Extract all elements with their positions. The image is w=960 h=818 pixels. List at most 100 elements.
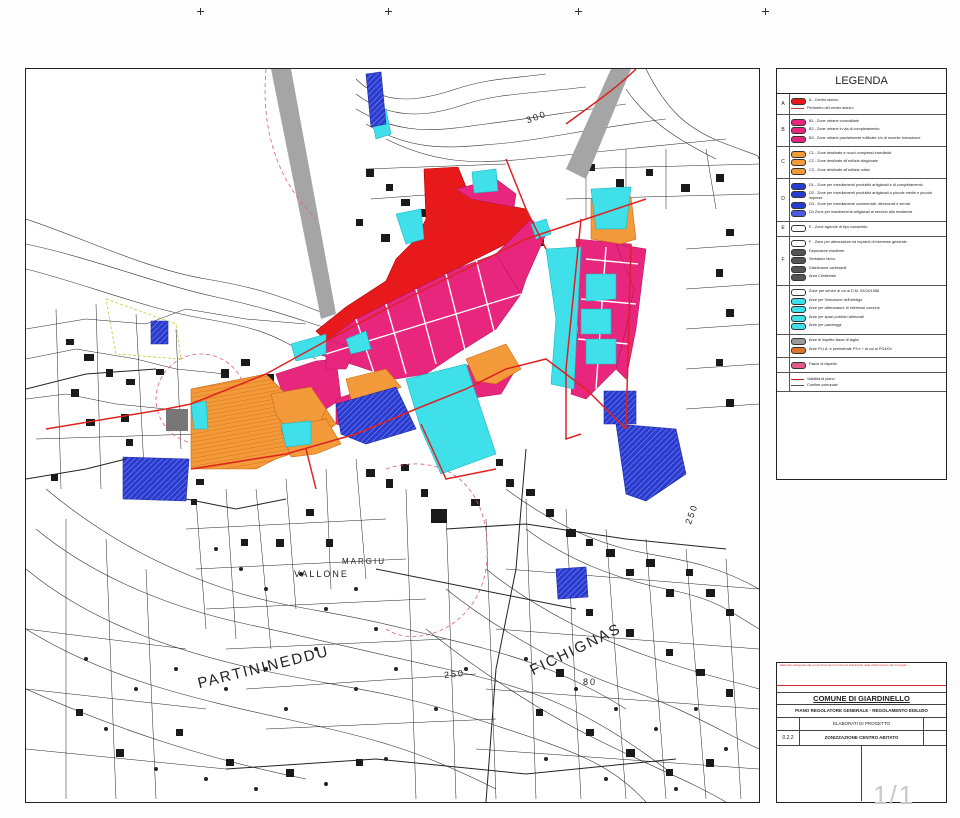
title-block-note: Elaborato adeguato alle prescrizioni del… (777, 663, 946, 686)
legend-item: Aree per spazi pubblici attrezzati (791, 314, 944, 322)
zone-d-productive (615, 423, 687, 502)
legend-item: Zone per servizi di cui al D.M. 02/04/19… (791, 289, 944, 297)
legend-section-letter: D (777, 179, 790, 221)
legend-item: Confine comunale (791, 383, 944, 388)
map-label-margiu: MARGIU (342, 557, 386, 566)
zone-d-productive (555, 566, 589, 600)
legend-item: Aree per parcheggi (791, 323, 944, 331)
legend-section: Zone per servizi di cui al D.M. 02/04/19… (777, 285, 946, 335)
legend-item: Perimetro del centro storico (791, 106, 944, 111)
legend-item-text: Aree di rispetto fasce di taglio (809, 338, 859, 343)
legend-section: C C1 - Zone destinate a nuovi complessi i… (777, 147, 946, 180)
legend-item: A - Centro storico (791, 97, 944, 105)
legend-item-text: E - Zone agricole di tipo consentito (809, 225, 868, 230)
legend-swatch (791, 135, 806, 143)
drawing-sheet: VALLONE MARGIU PARTININEDDU FICHIGNAS 30… (0, 0, 960, 818)
legend-line-swatch (791, 384, 804, 386)
legend-item: D3 - Zone per insediamenti commerciali, … (791, 201, 944, 209)
legend-section: Viabilità di piano Confine comunale (777, 373, 946, 392)
legend-swatch (791, 97, 806, 105)
legend-section-letter (777, 358, 790, 373)
legend-item: D1 - Zone per insediamenti produttivi ar… (791, 182, 944, 190)
legend-swatch (791, 274, 806, 282)
legend-item: C3 - Zone destinate all'edilizia mista (791, 167, 944, 175)
legend-swatch (791, 346, 806, 354)
legend-section: Fasce di rispetto (777, 358, 946, 374)
legend-swatch (791, 159, 806, 167)
legend-swatch (791, 289, 806, 297)
legend-item-text: Perimetro del centro storico (807, 106, 854, 110)
legend-item: B3 - Zone urbane parzialmente edificate … (791, 135, 944, 143)
legend-swatch (791, 150, 806, 158)
map-label-vallone: VALLONE (294, 569, 349, 579)
legend-swatch (791, 338, 806, 346)
legend-line-swatch (791, 378, 804, 380)
legend-swatch (791, 314, 806, 322)
zone-d-productive (122, 456, 190, 502)
legend-item-text: C2 - Zone destinate all'edilizia stagion… (809, 159, 878, 164)
legend-swatch (791, 182, 806, 190)
legend-swatch (791, 210, 806, 218)
legend-item-text: B3 - Zone urbane parzialmente edificate … (809, 135, 921, 140)
legend-section-letter: C (777, 147, 790, 179)
legend-item: Distributore carburanti (791, 265, 944, 273)
legend-item: B2 - Zone urbane in via di completamento (791, 127, 944, 135)
legend-body: A A - Centro storico Perimetro del centro … (777, 94, 946, 392)
legend-item-text: A - Centro storico (809, 97, 839, 102)
legend-item: Aree per l'istruzione dell'obbligo (791, 297, 944, 305)
legend-item: D4 Zone per insediamenti artigianali al … (791, 210, 944, 218)
legend-item: Fasce di rispetto (791, 361, 944, 369)
legend-item-text: Confine comunale (807, 382, 838, 387)
legend-swatch (791, 167, 806, 175)
page-counter: 1/1 (873, 780, 916, 810)
legend-item-text: Serbatoio idrico (809, 257, 836, 262)
legend-item: F - Zone per attrezzature ed impianti di… (791, 240, 944, 248)
legend-item-text: Area Cimiteriale (809, 274, 837, 279)
legend-item: Aree di rispetto fasce di taglio (791, 338, 944, 346)
legend-item-text: B2 - Zone urbane in via di completamento (809, 127, 880, 132)
legend-section: E E - Zone agricole di tipo consentito (777, 221, 946, 237)
highway-band (271, 69, 336, 319)
legend-line-swatch (791, 108, 804, 109)
legend-item-text: Aree per l'istruzione dell'obbligo (809, 297, 863, 302)
crop-mark (575, 11, 582, 12)
map-drawing (26, 69, 759, 802)
legend-section-letter: A (777, 94, 790, 115)
legend-section: A A - Centro storico Perimetro del centro … (777, 94, 946, 116)
tavola-title: ZONIZZAZIONE CENTRO ABITATO (824, 735, 899, 740)
zone-d-productive (365, 71, 387, 128)
legend-item-text: Zone per servizi di cui al D.M. 02/04/19… (809, 289, 880, 294)
legend-item: Viabilità di piano (791, 377, 944, 382)
legend-item-text: Fasce di rispetto (809, 361, 837, 366)
legend-swatch (791, 265, 806, 273)
legend-swatch (791, 201, 806, 209)
legend-swatch (791, 127, 806, 135)
legend-swatch (791, 323, 806, 331)
crop-mark (197, 11, 204, 12)
legend-item: E - Zone agricole di tipo consentito (791, 225, 944, 233)
crop-mark (762, 11, 769, 12)
legend-item-text: B1 - Zone urbane consolidate (809, 118, 859, 123)
legend-swatch (791, 191, 806, 199)
plan-subtitle: PIANO REGOLATORE GENERALE - REGOLAMENTO … (777, 705, 946, 718)
legend-item: Aree P.U.A. e perimetrale P3 e + di cui … (791, 346, 944, 354)
legend-item-text: Aree per attrezzature di interesse comun… (809, 306, 880, 311)
legend-item-text: Viabilità di piano (807, 376, 835, 381)
legend-title: LEGENDA (777, 69, 946, 94)
legend-item-text: D2 - Zone per insediamenti produttivi ar… (809, 191, 933, 200)
crop-mark (385, 11, 392, 12)
legend-item-text: D3 - Zone per insediamenti commerciali, … (809, 201, 911, 206)
elaborato-label: ELABORATI DI PROGETTO (832, 721, 891, 726)
legend-item-text: D4 Zone per insediamenti artigianali al … (809, 210, 913, 215)
title-block: Elaborato adeguato alle prescrizioni del… (776, 662, 947, 803)
legend-section-letter (777, 373, 790, 391)
map-label-elevation: 80 (583, 677, 598, 687)
legend-item-text: F - Zone per attrezzature ed impianti di… (809, 240, 907, 245)
zone-d-productive (150, 320, 169, 345)
legend-item-text: Depuratore esistente (809, 248, 845, 253)
zoning-map[interactable]: VALLONE MARGIU PARTININEDDU FICHIGNAS 30… (25, 68, 760, 803)
legend-item-text: Aree per parcheggi (809, 323, 842, 328)
legend-item-text: C3 - Zone destinate all'edilizia mista (809, 167, 870, 172)
legend-item-text: D1 - Zone per insediamenti produttivi ar… (809, 182, 923, 187)
legend-section: D D1 - Zone per insediamenti produttivi a… (777, 179, 946, 222)
